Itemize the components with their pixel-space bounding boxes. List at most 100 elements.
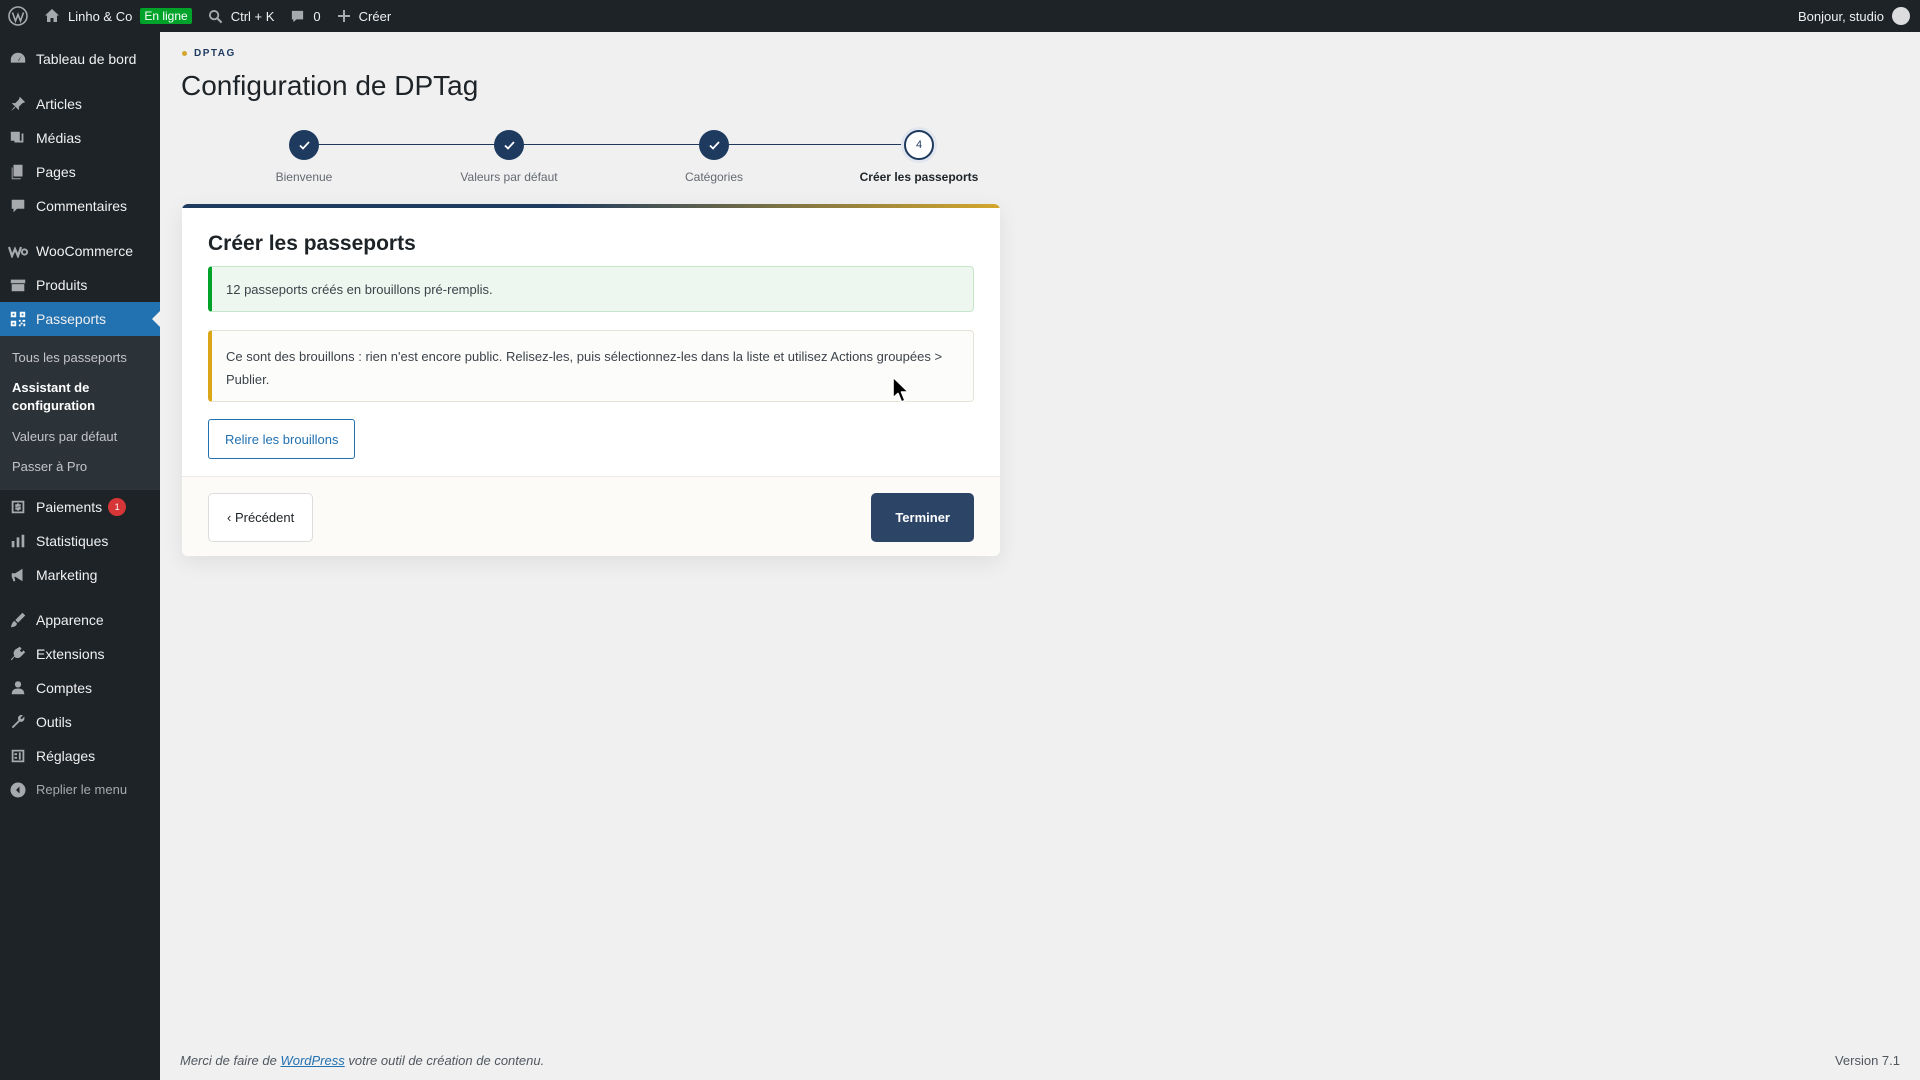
plugin-icon <box>8 644 28 664</box>
sidebar-item-settings[interactable]: Réglages <box>0 739 160 773</box>
brush-icon <box>8 610 28 630</box>
sidebar-item-label: Outils <box>36 713 72 730</box>
sidebar-item-label: WooCommerce <box>36 243 133 259</box>
eyebrow-text: DPTAG <box>194 48 236 59</box>
step-label: Bienvenue <box>275 170 333 184</box>
sidebar-item-payments[interactable]: Paiements 1 <box>0 490 160 524</box>
footer-version: Version 7.1 <box>1834 1053 1900 1068</box>
wizard-card: Créer les passeports 12 passeports créés… <box>182 204 1000 556</box>
sidebar-item-label: Comptes <box>36 679 93 696</box>
sidebar-item-label: Extensions <box>36 645 105 662</box>
submenu-item-all-passports[interactable]: Tous les passeports <box>0 343 160 373</box>
site-name: Linho & Co <box>68 8 133 24</box>
check-icon <box>289 130 319 160</box>
collapse-menu-label: Replier le menu <box>36 782 128 798</box>
payments-count-badge: 1 <box>108 497 127 516</box>
submenu-item-setup-wizard[interactable]: Assistant de configuration <box>0 373 160 421</box>
eyebrow-dot-icon <box>182 51 187 56</box>
step-number: 4 <box>904 130 934 160</box>
card-body: Créer les passeports 12 passeports créés… <box>182 208 1000 476</box>
user-icon <box>8 678 28 698</box>
finish-button[interactable]: Terminer <box>871 493 974 542</box>
site-status-badge: En ligne <box>140 8 192 24</box>
admin-bar: Linho & Co En ligne Ctrl + K 0 Créer Bon… <box>0 0 1920 32</box>
step-valeurs-par-defaut[interactable]: Valeurs par défaut <box>419 126 599 184</box>
user-account-menu[interactable]: Bonjour, studio <box>1790 0 1920 32</box>
collapse-arrow-icon <box>8 780 28 800</box>
sidebar-item-label: Passeports <box>36 311 107 327</box>
collapse-menu-button[interactable]: Replier le menu <box>0 773 160 807</box>
sidebar-item-label: Statistiques <box>36 532 109 549</box>
sidebar-item-statistics[interactable]: Statistiques <box>0 524 160 558</box>
admin-sidebar: Tableau de bord Articles Médias Pages Co… <box>0 32 160 1080</box>
sidebar-item-woocommerce[interactable]: WooCommerce <box>0 234 160 268</box>
previous-button[interactable]: ‹ Précédent <box>208 493 314 542</box>
sidebar-item-label: Pages <box>36 164 76 180</box>
card-footer: ‹ Précédent Terminer <box>182 476 1000 556</box>
footer-thanks: Merci de faire de WordPress votre outil … <box>180 1053 544 1068</box>
review-drafts-button[interactable]: Relire les brouillons <box>208 419 356 459</box>
sidebar-item-passeports[interactable]: Passeports <box>0 302 160 336</box>
pages-icon <box>8 162 28 182</box>
qr-icon <box>8 309 28 329</box>
site-name-link[interactable]: Linho & Co En ligne <box>36 0 200 32</box>
page-title: Configuration de DPTag <box>181 70 479 101</box>
step-label: Créer les passeports <box>859 170 979 184</box>
sidebar-item-label: Médias <box>36 130 82 146</box>
footer-thanks-suffix: votre outil de création de contenu. <box>344 1053 545 1068</box>
sidebar-item-articles[interactable]: Articles <box>0 87 160 121</box>
mouse-cursor-icon <box>892 376 910 403</box>
sidebar-item-comments[interactable]: Commentaires <box>0 189 160 223</box>
step-bienvenue[interactable]: Bienvenue <box>214 126 394 184</box>
media-icon <box>8 128 28 148</box>
footer-thanks-prefix: Merci de faire de <box>180 1053 281 1068</box>
main-content: DPTAG Configuration de DPTag Bienvenue V… <box>160 32 1920 1080</box>
sidebar-item-marketing[interactable]: Marketing <box>0 558 160 592</box>
wordpress-link[interactable]: WordPress <box>280 1053 344 1068</box>
payment-icon <box>8 497 28 517</box>
sidebar-item-accounts[interactable]: Comptes <box>0 671 160 705</box>
create-new-button[interactable]: Créer <box>329 0 400 32</box>
search-icon <box>208 9 223 23</box>
settings-icon <box>8 746 28 766</box>
wizard-stepper: Bienvenue Valeurs par défaut Catégories … <box>190 126 1010 216</box>
wordpress-logo-icon[interactable] <box>0 0 36 32</box>
sidebar-item-dashboard[interactable]: Tableau de bord <box>0 42 160 76</box>
dashboard-icon <box>8 49 28 69</box>
sidebar-item-label: Marketing <box>36 566 98 583</box>
sidebar-item-tools[interactable]: Outils <box>0 705 160 739</box>
admin-footer: Merci de faire de WordPress votre outil … <box>180 1053 1900 1068</box>
woo-icon <box>8 241 28 261</box>
stepper-line <box>304 144 904 145</box>
submenu-item-upgrade-pro[interactable]: Passer à Pro <box>0 452 160 482</box>
sidebar-item-label: Produits <box>36 277 88 293</box>
sidebar-item-medias[interactable]: Médias <box>0 121 160 155</box>
comments-count: 0 <box>313 8 321 24</box>
search-shortcut: Ctrl + K <box>230 8 275 24</box>
sidebar-item-appearance[interactable]: Apparence <box>0 603 160 637</box>
sidebar-item-pages[interactable]: Pages <box>0 155 160 189</box>
step-creer-les-passeports[interactable]: 4 Créer les passeports <box>829 126 1009 184</box>
step-label: Valeurs par défaut <box>460 170 558 184</box>
comment-icon <box>292 10 304 22</box>
avatar <box>1892 7 1910 25</box>
plus-icon <box>337 10 350 22</box>
pin-icon <box>8 94 28 114</box>
step-label: Catégories <box>684 170 744 184</box>
sidebar-item-products[interactable]: Produits <box>0 268 160 302</box>
create-label: Créer <box>358 8 392 24</box>
sidebar-item-extensions[interactable]: Extensions <box>0 637 160 671</box>
search-command-button[interactable]: Ctrl + K <box>200 0 283 32</box>
success-notice: 12 passeports créés en brouillons pré-re… <box>208 266 974 312</box>
card-title: Créer les passeports <box>208 232 416 255</box>
sidebar-item-label: Commentaires <box>36 198 128 214</box>
comments-link[interactable]: 0 <box>282 0 328 32</box>
comment-icon <box>8 196 28 216</box>
sidebar-item-label: Paiements <box>36 498 103 515</box>
sidebar-item-label: Articles <box>36 96 82 112</box>
warning-notice: Ce sont des brouillons : rien n'est enco… <box>208 330 974 402</box>
archive-icon <box>8 275 28 295</box>
check-icon <box>494 130 524 160</box>
submenu-item-defaults[interactable]: Valeurs par défaut <box>0 422 160 452</box>
step-categories[interactable]: Catégories <box>624 126 804 184</box>
